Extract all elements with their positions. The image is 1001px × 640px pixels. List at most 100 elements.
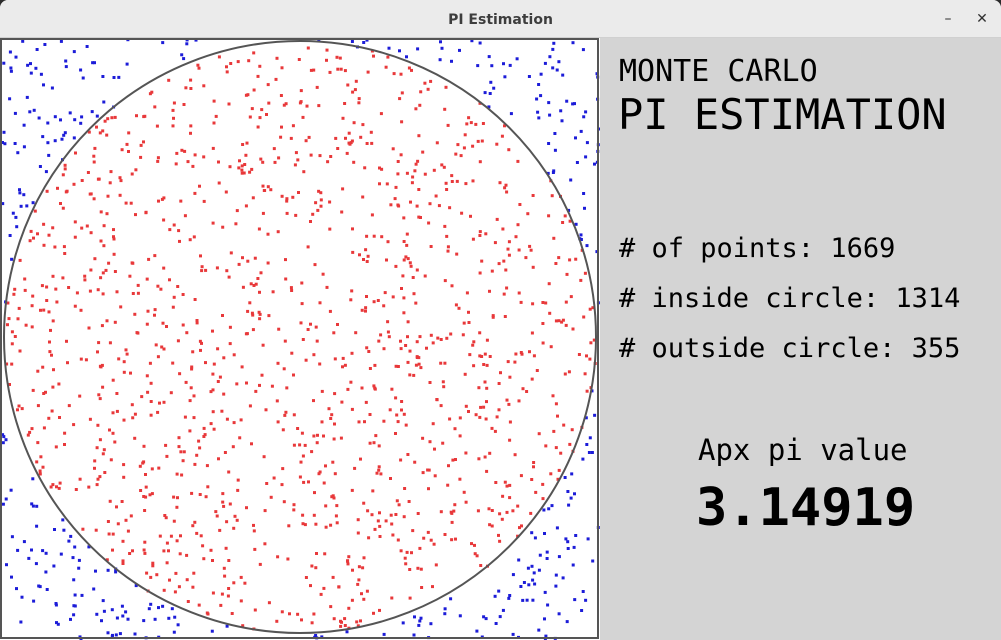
outside-point	[586, 537, 590, 541]
outside-point	[31, 477, 35, 481]
inside-point	[548, 311, 552, 315]
inside-point	[369, 130, 373, 134]
inside-point	[400, 287, 403, 290]
inside-point	[422, 536, 426, 540]
inside-point	[158, 534, 162, 538]
inside-point	[474, 122, 478, 126]
inside-point	[564, 300, 568, 304]
inside-point	[36, 232, 39, 236]
inside-point	[531, 302, 535, 306]
inside-point	[83, 278, 87, 282]
outside-point	[585, 141, 589, 145]
inside-point	[38, 469, 42, 473]
inside-point	[237, 262, 241, 266]
inside-point	[410, 551, 413, 555]
inside-point	[362, 258, 365, 261]
inside-point	[202, 199, 206, 203]
outside-point	[93, 61, 96, 65]
outside-point	[46, 121, 50, 125]
inside-point	[248, 301, 252, 305]
inside-point	[561, 318, 565, 322]
inside-point	[485, 338, 489, 342]
inside-point	[276, 230, 280, 234]
outside-point	[555, 526, 559, 530]
inside-point	[458, 434, 462, 438]
inside-point	[220, 409, 224, 413]
inside-point	[400, 408, 403, 412]
outside-point	[484, 617, 488, 621]
inside-point	[313, 263, 317, 267]
inside-point	[209, 390, 213, 394]
inside-point	[386, 320, 390, 324]
inside-point	[408, 261, 412, 265]
outside-point	[490, 64, 494, 68]
inside-point	[221, 314, 224, 317]
inside-point	[534, 490, 538, 494]
inside-point	[200, 265, 204, 269]
inside-point	[175, 472, 179, 476]
inside-point	[446, 123, 450, 127]
inside-point	[54, 287, 58, 291]
inside-point	[271, 290, 275, 294]
title-bar[interactable]: PI Estimation – ✕	[0, 0, 1001, 38]
inside-point	[254, 282, 258, 286]
inside-point	[306, 245, 310, 249]
minimize-button[interactable]: –	[936, 7, 960, 31]
inside-point	[319, 592, 323, 596]
inside-point	[404, 344, 408, 347]
inside-point	[16, 408, 19, 412]
inside-point	[105, 319, 109, 323]
inside-point	[402, 515, 406, 519]
inside-point	[301, 522, 305, 526]
inside-point	[118, 193, 122, 197]
inside-point	[131, 416, 135, 420]
inside-point	[299, 89, 303, 93]
inside-point	[199, 534, 203, 538]
inside-point	[95, 483, 99, 487]
outside-point	[79, 121, 83, 125]
inside-point	[361, 123, 365, 127]
inside-point	[582, 315, 586, 319]
outside-point	[593, 162, 596, 166]
inside-point	[399, 339, 402, 343]
inside-point	[327, 407, 331, 411]
inside-point	[299, 321, 303, 325]
inside-point	[88, 192, 92, 196]
inside-point	[343, 102, 347, 105]
inside-point	[497, 533, 500, 537]
inside-point	[105, 212, 109, 216]
inside-point	[284, 258, 287, 262]
inside-point	[300, 302, 304, 306]
inside-point	[62, 245, 66, 249]
outside-point	[61, 518, 65, 522]
inside-point	[237, 166, 241, 170]
inside-point	[397, 204, 401, 208]
outside-point	[566, 490, 570, 493]
inside-point	[290, 289, 294, 292]
inside-point	[233, 514, 237, 518]
inside-point	[471, 237, 475, 241]
inside-point	[310, 564, 314, 568]
inside-point	[343, 624, 347, 627]
title-line-2: PI ESTIMATION	[618, 90, 947, 139]
outside-point	[112, 76, 116, 79]
inside-point	[263, 509, 267, 513]
inside-point	[311, 212, 315, 216]
inside-point	[428, 440, 432, 444]
inside-point	[368, 413, 372, 416]
outside-point	[557, 60, 561, 64]
inside-point	[178, 239, 181, 243]
inside-point	[219, 603, 223, 607]
outside-point	[53, 115, 57, 119]
outside-point	[106, 568, 110, 572]
outside-point	[44, 551, 48, 555]
inside-point	[501, 494, 505, 498]
inside-point	[392, 72, 396, 76]
inside-point	[49, 328, 52, 332]
close-button[interactable]: ✕	[970, 7, 994, 31]
inside-point	[251, 313, 255, 317]
inside-point	[377, 339, 381, 343]
inside-point	[340, 210, 344, 214]
inside-point	[276, 420, 280, 424]
inside-point	[389, 203, 393, 207]
